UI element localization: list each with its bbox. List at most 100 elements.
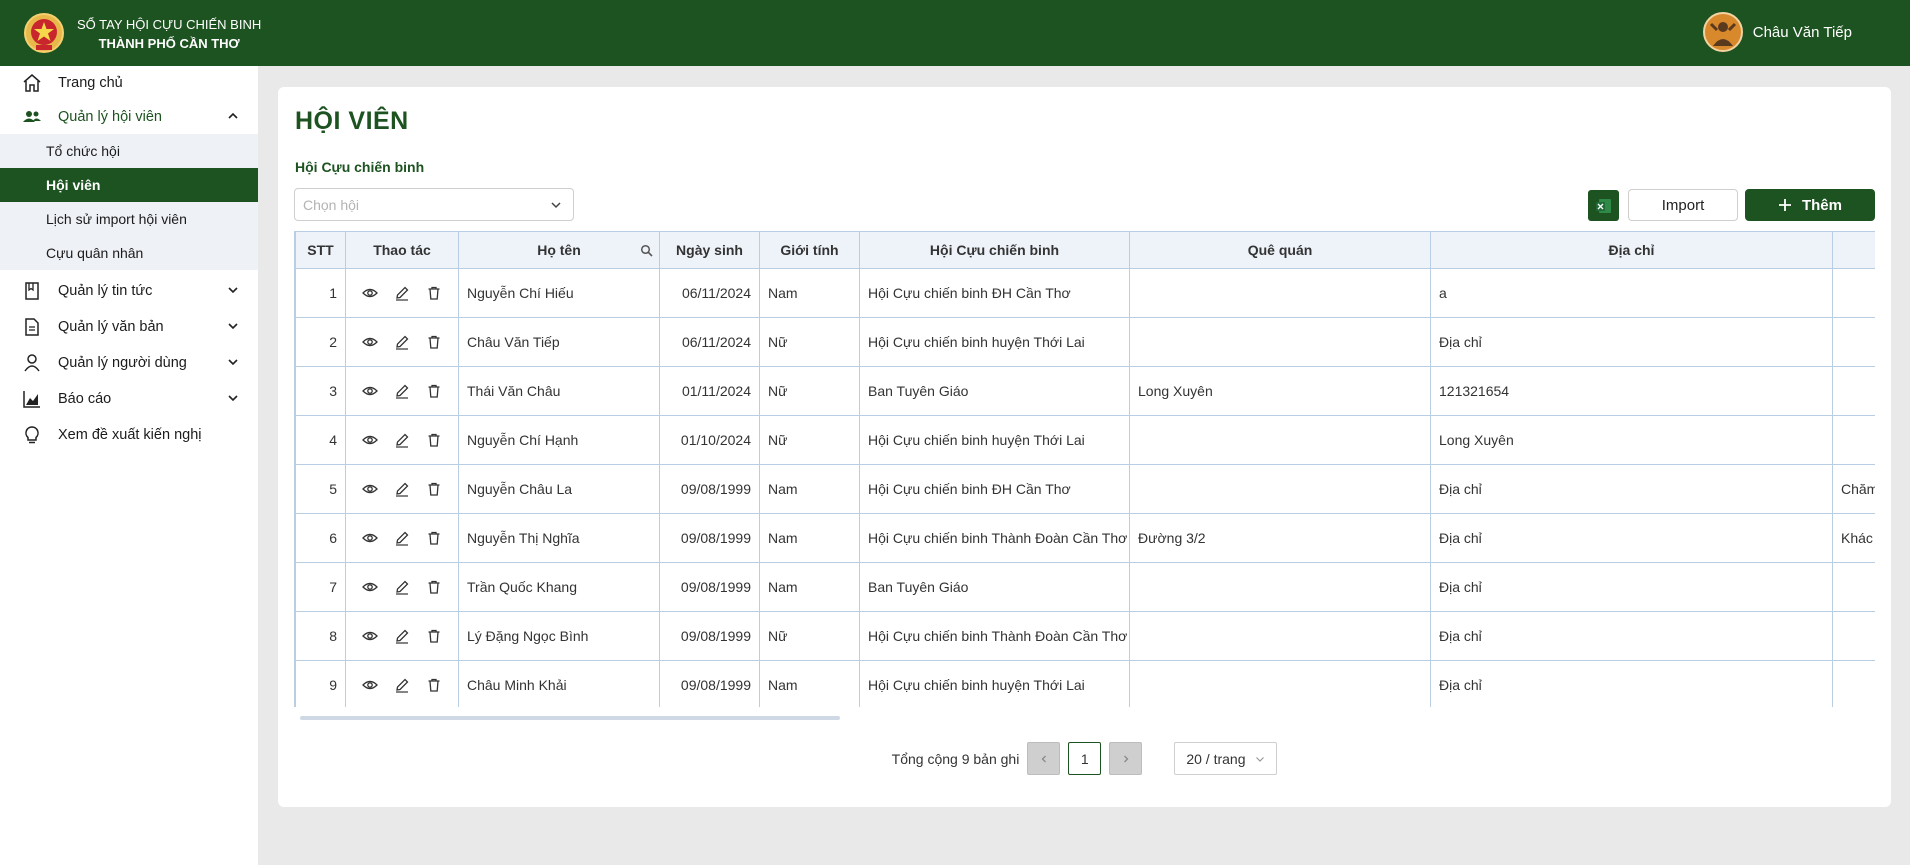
cell-gender: Nam [759,513,860,563]
cell-name: Nguyễn Chí Hiếu [458,268,660,318]
cell-address: Địa chỉ [1430,660,1833,707]
user-icon [22,353,42,373]
view-icon[interactable] [362,285,378,301]
top-header: SỔ TAY HỘI CỰU CHIẾN BINH THÀNH PHỐ CẦN … [0,0,1910,66]
sidebar-item-suggestions[interactable]: Xem đề xuất kiến nghị [0,418,258,452]
column-header: Thao tác [345,231,459,269]
prev-page-button[interactable] [1027,742,1061,775]
delete-icon[interactable] [426,530,442,546]
cell-hometown: Long Xuyên [1129,366,1431,416]
delete-icon[interactable] [426,579,442,595]
chevron-left-icon [1041,755,1046,762]
table-row[interactable]: 7 Trần Quốc Khang 09/08/1999 Nam Ban Tuyên G… [295,562,1875,612]
table-row[interactable]: 4 Nguyễn Chí Hạnh 01/10/2024 Nữ Hội Cựu chiế… [295,415,1875,465]
column-header-name[interactable]: Họ tên [458,231,660,269]
cell-name: Châu Văn Tiếp [458,317,660,367]
cell-extra [1832,611,1875,661]
cell-name: Lý Đặng Ngọc Bình [458,611,660,661]
cell-hometown [1129,317,1431,367]
edit-icon[interactable] [394,285,410,301]
cell-address: a [1430,268,1833,318]
edit-icon[interactable] [394,530,410,546]
cell-actions [345,513,459,563]
chevron-down-icon [228,359,238,366]
table-row[interactable]: 3 Thái Văn Châu 01/11/2024 Nữ Ban Tuyên Giáo… [295,366,1875,416]
user-name[interactable]: Châu Văn Tiếp [1753,24,1852,41]
view-icon[interactable] [362,481,378,497]
edit-icon[interactable] [394,334,410,350]
sidebar-item-home[interactable]: Trang chủ [0,66,258,100]
add-member-button[interactable]: Thêm [1745,189,1875,221]
brand: SỔ TAY HỘI CỰU CHIẾN BINH THÀNH PHỐ CẦN … [77,15,261,53]
chart-icon [22,389,42,409]
cell-extra: Chăm [1832,464,1875,514]
sidebar-item-news[interactable]: Quản lý tin tức [0,274,258,308]
table-row[interactable]: 6 Nguyễn Thị Nghĩa 09/08/1999 Nam Hội Cựu ch… [295,513,1875,563]
sidebar-subitem-import-history[interactable]: Lịch sử import hội viên [0,202,258,236]
edit-icon[interactable] [394,481,410,497]
view-icon[interactable] [362,383,378,399]
edit-icon[interactable] [394,383,410,399]
edit-icon[interactable] [394,677,410,693]
sidebar-subitem-veterans[interactable]: Cựu quân nhân [0,236,258,270]
delete-icon[interactable] [426,285,442,301]
user-menu[interactable]: Châu Văn Tiếp [1702,12,1852,52]
column-header: Hội Cựu chiến binh [859,231,1130,269]
members-table: STT Thao tác Họ tên Ngày sinh Giới tính … [294,231,1875,707]
delete-icon[interactable] [426,383,442,399]
avatar[interactable] [1702,12,1743,52]
sidebar-item-users[interactable]: Quản lý người dùng [0,346,258,380]
view-icon[interactable] [362,334,378,350]
cell-actions [345,366,459,416]
cell-gender: Nam [759,464,860,514]
cell-hometown [1129,268,1431,318]
table-header-row: STT Thao tác Họ tên Ngày sinh Giới tính … [295,231,1875,269]
delete-icon[interactable] [426,481,442,497]
sidebar-subitem-organization[interactable]: Tổ chức hội [0,134,258,168]
horizontal-scrollbar[interactable] [300,716,840,720]
delete-icon[interactable] [426,628,442,644]
table-row[interactable]: 9 Châu Minh Khải 09/08/1999 Nam Hội Cựu chiế… [295,660,1875,707]
table-row[interactable]: 8 Lý Đặng Ngọc Bình 09/08/1999 Nữ Hội Cựu ch… [295,611,1875,661]
sidebar-item-label: Trang chủ [58,75,123,91]
cell-gender: Nữ [759,366,860,416]
column-header: Địa chỉ [1430,231,1833,269]
view-icon[interactable] [362,432,378,448]
sidebar-item-reports[interactable]: Báo cáo [0,382,258,416]
filter-label: Hội Cựu chiến binh [295,159,425,175]
delete-icon[interactable] [426,432,442,448]
edit-icon[interactable] [394,432,410,448]
edit-icon[interactable] [394,628,410,644]
sidebar-item-label: Quản lý hội viên [58,109,162,125]
cell-gender: Nữ [759,611,860,661]
import-button[interactable]: Import [1628,189,1738,221]
cell-dob: 01/10/2024 [659,415,760,465]
current-page[interactable]: 1 [1068,742,1102,775]
association-select[interactable]: Chọn hội [294,188,574,221]
table-row[interactable]: 5 Nguyễn Châu La 09/08/1999 Nam Hội Cựu chiế… [295,464,1875,514]
cell-gender: Nữ [759,317,860,367]
sidebar-item-member-management[interactable]: Quản lý hội viên [0,100,258,134]
emblem-logo[interactable] [24,11,64,55]
chevron-down-icon [228,287,238,294]
cell-hometown [1129,415,1431,465]
table-row[interactable]: 2 Châu Văn Tiếp 06/11/2024 Nữ Hội Cựu chiến … [295,317,1875,367]
table-row[interactable]: 1 Nguyễn Chí Hiếu 06/11/2024 Nam Hội Cựu chi… [295,268,1875,318]
sidebar-item-documents[interactable]: Quản lý văn bản [0,310,258,344]
cell-stt: 1 [295,268,346,318]
delete-icon[interactable] [426,677,442,693]
cell-address: 121321654 [1430,366,1833,416]
page-size-select[interactable]: 20 / trang [1174,742,1278,775]
view-icon[interactable] [362,677,378,693]
edit-icon[interactable] [394,579,410,595]
export-excel-button[interactable] [1588,190,1619,221]
view-icon[interactable] [362,530,378,546]
view-icon[interactable] [362,628,378,644]
search-icon[interactable] [640,244,653,257]
sidebar: Trang chủ Quản lý hội viên Tổ chức hội H… [0,66,258,865]
view-icon[interactable] [362,579,378,595]
next-page-button[interactable] [1109,742,1143,775]
sidebar-subitem-members[interactable]: Hội viên [0,168,258,202]
delete-icon[interactable] [426,334,442,350]
cell-gender: Nam [759,660,860,707]
